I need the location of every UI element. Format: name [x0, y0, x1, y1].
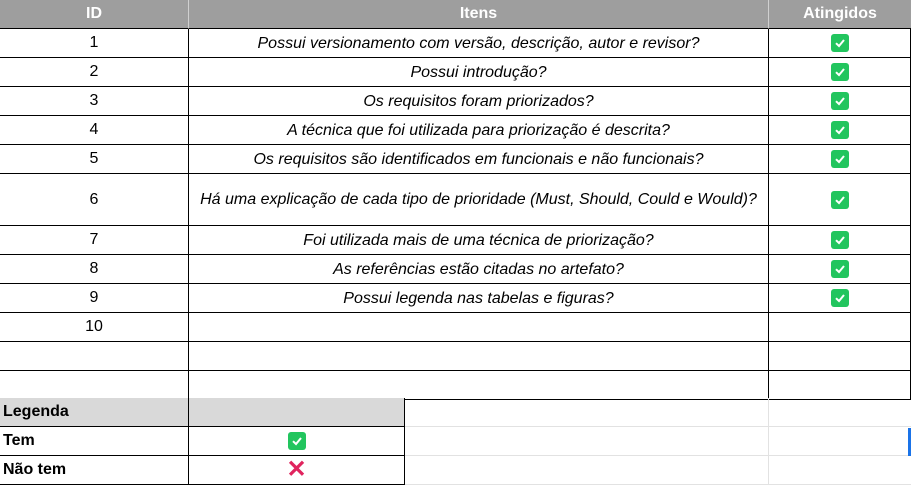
header-achieved[interactable]: Atingidos — [769, 0, 911, 29]
row-item-cell[interactable]: Os requisitos são identificados em funci… — [189, 145, 769, 174]
row-achieved[interactable] — [769, 342, 911, 371]
check-icon — [287, 432, 306, 450]
row-item-text: Há uma explicação de cada tipo de priori… — [200, 191, 757, 208]
check-icon — [830, 231, 849, 249]
table-row: 8 As referências estão citadas no artefat… — [0, 255, 911, 284]
row-item-cell[interactable]: Os requisitos foram priorizados? — [189, 87, 769, 116]
row-id[interactable]: 8 — [0, 255, 189, 284]
row-id[interactable]: 3 — [0, 87, 189, 116]
row-id[interactable]: 4 — [0, 116, 189, 145]
header-id[interactable]: ID — [0, 0, 189, 29]
row-achieved[interactable] — [769, 58, 911, 87]
table-row — [0, 342, 911, 371]
row-item-cell[interactable]: As referências estão citadas no artefato… — [189, 255, 769, 284]
checklist-table: ID Itens Atingidos 1 Possui versionamento… — [0, 0, 911, 400]
row-item-text: Possui introdução? — [410, 63, 547, 81]
row-achieved[interactable] — [769, 29, 911, 58]
table-row: 1 Possui versionamento com versão, descri… — [0, 29, 911, 58]
legend-has-label[interactable]: Tem — [0, 427, 189, 456]
row-item-cell[interactable]: Possui versionamento com versão, descriç… — [189, 29, 769, 58]
table-row — [0, 371, 911, 400]
empty-cell[interactable] — [405, 427, 769, 456]
legend-section: Legenda Tem Não tem ✕ — [0, 398, 911, 485]
row-id[interactable] — [0, 371, 189, 400]
row-achieved[interactable] — [769, 255, 911, 284]
row-id[interactable]: 9 — [0, 284, 189, 313]
cross-icon: ✕ — [286, 456, 307, 483]
table-row: 2 Possui introdução? — [0, 58, 911, 87]
row-item-cell[interactable]: Possui introdução? — [189, 58, 769, 87]
check-icon — [830, 289, 849, 307]
header-row: ID Itens Atingidos — [0, 0, 911, 29]
row-id[interactable]: 7 — [0, 226, 189, 255]
table-row: 9 Possui legenda nas tabelas e figuras? — [0, 284, 911, 313]
row-achieved[interactable] — [769, 116, 911, 145]
table-row: 6 Há uma explicação de cada tipo de prior… — [0, 174, 911, 226]
row-item-text: Possui versionamento com versão, descriç… — [257, 34, 700, 52]
row-id[interactable] — [0, 342, 189, 371]
row-id[interactable]: 6 — [0, 174, 189, 226]
row-item-text: A técnica que foi utilizada para prioriz… — [287, 121, 670, 139]
row-achieved[interactable] — [769, 87, 911, 116]
legend-title[interactable]: Legenda — [0, 398, 189, 427]
legend-has-row: Tem — [0, 427, 911, 456]
row-id[interactable]: 2 — [0, 58, 189, 87]
row-achieved[interactable] — [769, 313, 911, 342]
row-item-cell[interactable]: Possui legenda nas tabelas e figuras? — [189, 284, 769, 313]
empty-cell[interactable] — [405, 398, 769, 427]
check-icon — [830, 63, 849, 81]
row-item-cell[interactable]: A técnica que foi utilizada para prioriz… — [189, 116, 769, 145]
row-item-cell[interactable] — [189, 371, 769, 400]
check-icon — [830, 260, 849, 278]
row-item-text: Os requisitos foram priorizados? — [363, 92, 594, 110]
table-row: 3 Os requisitos foram priorizados? — [0, 87, 911, 116]
row-id[interactable]: 1 — [0, 29, 189, 58]
row-achieved[interactable] — [769, 145, 911, 174]
check-icon — [830, 190, 849, 209]
table-row: 4 A técnica que foi utilizada para priori… — [0, 116, 911, 145]
row-achieved[interactable] — [769, 174, 911, 226]
row-achieved[interactable] — [769, 226, 911, 255]
legend-has-cell[interactable] — [189, 427, 405, 456]
row-item-cell[interactable]: Foi utilizada mais de uma técnica de pri… — [189, 226, 769, 255]
table-row: 7 Foi utilizada mais de uma técnica de pr… — [0, 226, 911, 255]
row-id[interactable]: 10 — [0, 313, 189, 342]
check-icon — [830, 34, 849, 52]
legend-title-row: Legenda — [0, 398, 911, 427]
table-row: 5 Os requisitos são identificados em func… — [0, 145, 911, 174]
check-icon — [830, 150, 849, 168]
check-icon — [830, 121, 849, 139]
row-id[interactable]: 5 — [0, 145, 189, 174]
legend-title-blank[interactable] — [189, 398, 405, 427]
row-item-cell[interactable] — [189, 342, 769, 371]
row-item-cell[interactable] — [189, 313, 769, 342]
row-item-cell[interactable]: Há uma explicação de cada tipo de priori… — [189, 174, 769, 226]
row-item-text: Possui legenda nas tabelas e figuras? — [343, 289, 614, 307]
empty-cell[interactable] — [769, 427, 911, 456]
table-row: 10 — [0, 313, 911, 342]
check-icon — [830, 92, 849, 110]
row-item-text: Os requisitos são identificados em funci… — [253, 150, 704, 168]
row-item-text: As referências estão citadas no artefato… — [333, 260, 624, 278]
row-achieved[interactable] — [769, 284, 911, 313]
row-achieved[interactable] — [769, 371, 911, 400]
header-items[interactable]: Itens — [189, 0, 769, 29]
row-item-text: Foi utilizada mais de uma técnica de pri… — [303, 231, 654, 249]
empty-cell[interactable] — [769, 398, 911, 427]
